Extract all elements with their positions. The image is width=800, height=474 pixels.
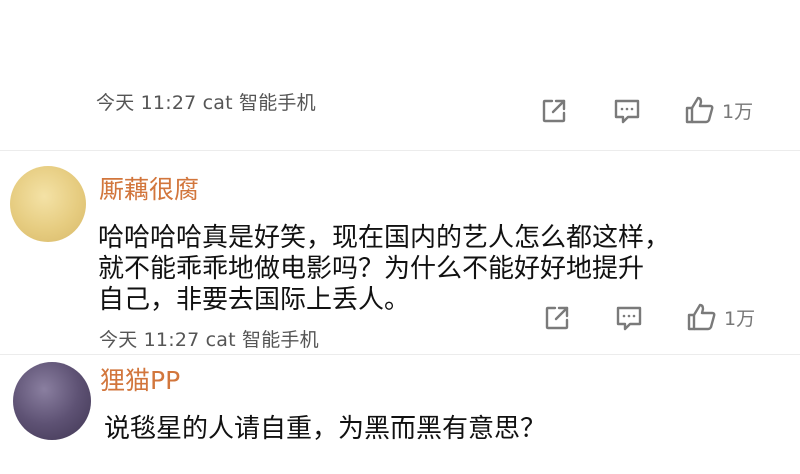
like-button[interactable]: 1万 <box>686 302 755 332</box>
comment-meta-row: 今天 11:27 cat 智能手机 <box>99 323 319 353</box>
share-button[interactable] <box>543 304 571 332</box>
comment-username[interactable]: 狸猫PP <box>100 361 180 397</box>
like-button[interactable]: 1万 <box>684 95 753 125</box>
comment-text: 哈哈哈哈真是好笑，现在国内的艺人怎么都这样， 就不能乖乖地做电影吗？为什么不能好… <box>98 223 788 316</box>
comment-meta-row: 今天 11:27 cat 智能手机 <box>96 86 316 116</box>
comment-meta: 今天 11:27 cat 智能手机 <box>96 91 316 114</box>
comment-button[interactable] <box>614 304 644 332</box>
thumbs-up-icon <box>685 96 714 124</box>
avatar[interactable] <box>13 362 91 440</box>
comment-item: 今天 11:27 cat 智能手机 1万 <box>0 0 800 150</box>
comment-text: 说毯星的人请自重，为黑而黑有意思？ <box>104 414 794 445</box>
comment-icon <box>614 99 640 124</box>
divider <box>0 150 800 151</box>
divider <box>0 354 800 355</box>
like-count: 1万 <box>722 100 754 123</box>
share-icon <box>545 306 569 330</box>
comment-text-line: 就不能乖乖地做电影吗？为什么不能好好地提升 <box>98 254 645 284</box>
share-icon <box>542 99 566 123</box>
comment-text-line: 说毯星的人请自重，为黑而黑有意思？ <box>104 414 547 444</box>
comment-text-line: 自己，非要去国际上丢人。 <box>98 285 411 315</box>
thumbs-up-icon <box>687 303 716 331</box>
comment-text-line: 哈哈哈哈真是好笑，现在国内的艺人怎么都这样， <box>98 223 671 253</box>
comment-meta: 今天 11:27 cat 智能手机 <box>99 328 319 351</box>
avatar[interactable] <box>10 166 86 242</box>
comment-button[interactable] <box>612 97 642 125</box>
comment-username[interactable]: 厮藕很腐 <box>99 170 199 206</box>
like-count: 1万 <box>724 307 756 330</box>
share-button[interactable] <box>540 97 568 125</box>
comment-icon <box>616 306 642 331</box>
